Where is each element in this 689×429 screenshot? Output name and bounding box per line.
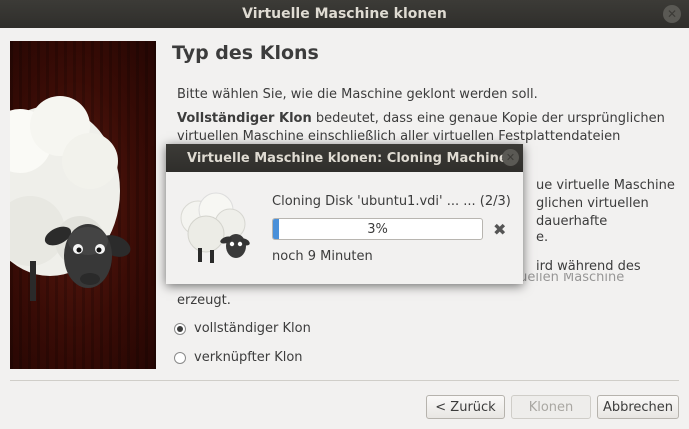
- linked-desc-fragment-1: ue virtuelle Maschine: [536, 178, 675, 193]
- progress-dialog-titlebar: Virtuelle Maschine klonen: Cloning Machi…: [166, 144, 523, 172]
- linked-desc-fragment-5: ird während des: [536, 259, 641, 274]
- radio-linked-clone[interactable]: verknüpfter Klon: [174, 350, 303, 365]
- progress-dialog-title: Virtuelle Maschine klonen: Cloning Machi…: [187, 150, 508, 166]
- back-button[interactable]: < Zurück: [426, 395, 505, 419]
- intro-text: Bitte wählen Sie, wie die Maschine geklo…: [177, 87, 538, 102]
- progress-percent: 3%: [367, 221, 388, 237]
- linked-desc-fragment-4: e.: [536, 230, 549, 245]
- cancel-button[interactable]: Abbrechen: [597, 395, 679, 419]
- radio-full-clone-label[interactable]: vollständiger Klon: [194, 321, 311, 336]
- clone-button[interactable]: Klonen: [511, 395, 591, 419]
- full-clone-desc-line2: virtuellen Maschine einschließlich aller…: [177, 129, 621, 144]
- linked-desc-fragment-2: glichen virtuellen: [536, 196, 649, 211]
- radio-linked-clone-label[interactable]: verknüpfter Klon: [194, 350, 303, 365]
- button-separator: [10, 380, 679, 381]
- progress-dialog: Virtuelle Maschine klonen: Cloning Machi…: [166, 144, 523, 284]
- full-clone-desc-line1: bedeutet, dass eine genaue Kopie der urs…: [311, 111, 665, 126]
- radio-full-clone-indicator[interactable]: [174, 322, 186, 335]
- linked-desc-line3: erzeugt.: [177, 293, 231, 308]
- linked-desc-fragment-3: dauerhafte: [536, 214, 608, 229]
- full-clone-term: Vollständiger Klon: [177, 111, 312, 126]
- progress-dialog-close-icon[interactable]: ✕: [502, 149, 519, 166]
- cancel-operation-icon[interactable]: ✖: [493, 220, 506, 239]
- radio-linked-clone-indicator[interactable]: [174, 351, 186, 364]
- wizard-sheep-image: [10, 41, 156, 369]
- window-titlebar: Virtuelle Maschine klonen ✕: [0, 0, 689, 28]
- window-close-icon[interactable]: ✕: [663, 5, 681, 23]
- radio-full-clone[interactable]: vollständiger Klon: [174, 321, 311, 336]
- window-title: Virtuelle Maschine klonen: [242, 6, 447, 22]
- clone-progress-bar: 3%: [272, 218, 483, 240]
- operation-description: Cloning Disk 'ubuntu1.vdi' ... ... (2/3): [272, 194, 511, 209]
- time-remaining: noch 9 Minuten: [272, 249, 373, 264]
- sheep-icon: [180, 192, 250, 263]
- page-title: Typ des Klons: [172, 42, 319, 64]
